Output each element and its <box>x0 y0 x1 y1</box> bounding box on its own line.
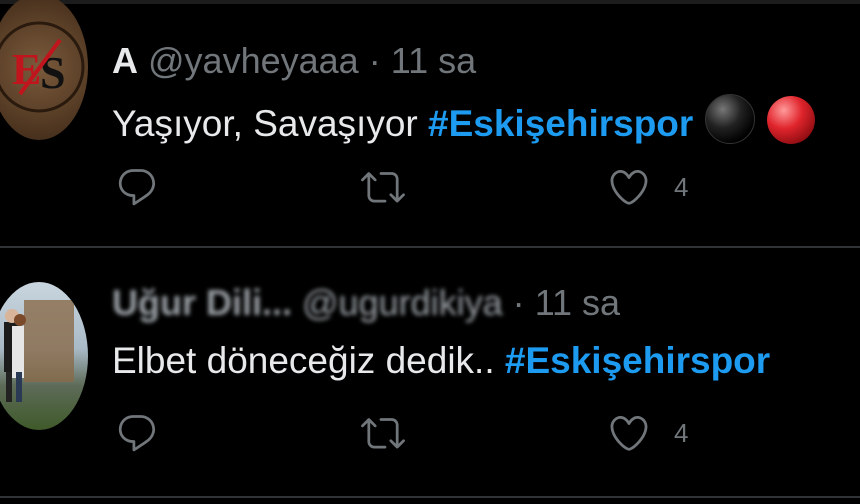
user-handle[interactable]: @yavheyaaa <box>148 40 359 81</box>
retweet-button[interactable] <box>358 408 408 458</box>
display-name[interactable]: Uğur Dili... <box>112 282 292 323</box>
display-name[interactable]: A <box>112 40 138 81</box>
reply-icon <box>118 169 156 206</box>
user-handle[interactable]: @ugurdikiya <box>302 282 503 323</box>
tweet-text: Yaşıyor, Savaşıyor #Eskişehirspor <box>112 94 816 145</box>
like-button[interactable]: 4 <box>606 162 688 212</box>
heart-icon <box>610 415 648 451</box>
retweet-icon <box>361 418 405 449</box>
like-count: 4 <box>674 171 689 202</box>
tweet-text: Elbet döneceğiz dedik.. #Eskişehirspor <box>112 340 770 382</box>
tweet[interactable]: E S A @yavheyaaa · 11 sa Yaşıyor, Savaşı… <box>0 0 860 206</box>
tweet-body: Yaşıyor, Savaşıyor <box>112 103 428 144</box>
tweet[interactable]: Uğur Dili... @ugurdikiya · 11 sa Elbet d… <box>0 250 860 452</box>
hashtag-link[interactable]: #Eskişehirspor <box>505 340 770 381</box>
retweet-icon <box>361 172 405 203</box>
hashtag-link[interactable]: #Eskişehirspor <box>428 103 693 144</box>
heart-icon <box>610 169 648 205</box>
black-circle-emoji <box>705 94 756 144</box>
avatar[interactable] <box>0 282 88 430</box>
reply-icon <box>118 415 156 452</box>
timestamp[interactable]: 11 sa <box>391 40 476 81</box>
like-count: 4 <box>674 417 689 448</box>
svg-text:S: S <box>40 47 66 98</box>
retweet-button[interactable] <box>358 162 408 212</box>
reply-button[interactable] <box>114 408 160 458</box>
red-circle-emoji <box>767 96 816 144</box>
tweet-header: Uğur Dili... @ugurdikiya · 11 sa <box>112 282 620 324</box>
separator-dot: · <box>368 40 381 81</box>
like-button[interactable]: 4 <box>606 408 688 458</box>
tweet-divider <box>0 496 860 498</box>
tweet-actions: 4 <box>110 162 810 212</box>
reply-button[interactable] <box>114 162 160 212</box>
tweet-divider <box>0 246 860 248</box>
tweet-header: A @yavheyaaa · 11 sa <box>112 40 476 82</box>
tweet-body: Elbet döneceğiz dedik.. <box>112 340 505 381</box>
timestamp[interactable]: 11 sa <box>535 282 620 323</box>
separator-dot: · <box>512 282 525 323</box>
avatar[interactable]: E S <box>0 0 88 140</box>
tweet-actions: 4 <box>110 408 810 458</box>
